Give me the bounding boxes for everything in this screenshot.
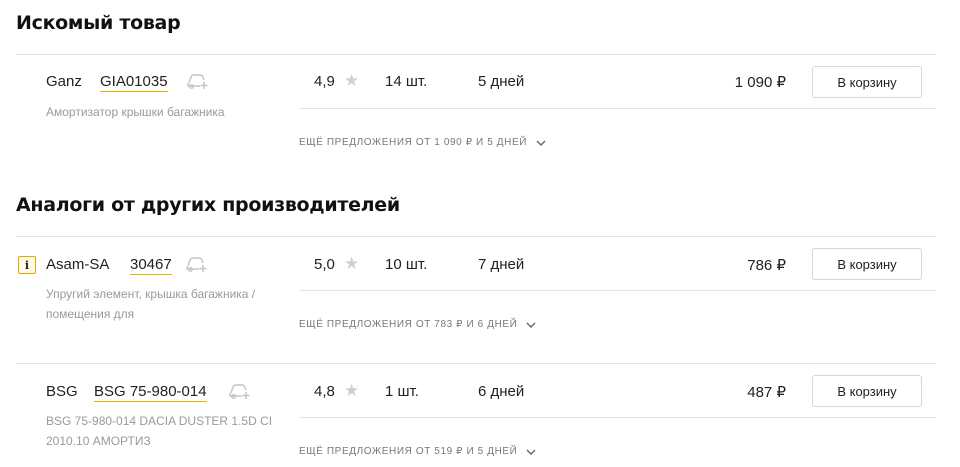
price: 1 090 ₽ xyxy=(734,74,786,91)
car-add-icon[interactable] xyxy=(186,255,208,273)
article-link[interactable]: BSG 75-980-014 xyxy=(94,383,207,402)
row-divider xyxy=(299,108,936,109)
stock-quantity: 10 шт. xyxy=(385,256,428,273)
row-divider xyxy=(299,417,936,418)
more-offers-label: ЕЩЁ ПРЕДЛОЖЕНИЯ ОТ 1 090 ₽ И 5 ДНЕЙ xyxy=(299,137,527,148)
stock-quantity: 14 шт. xyxy=(385,73,428,90)
more-offers-toggle[interactable]: ЕЩЁ ПРЕДЛОЖЕНИЯ ОТ 519 ₽ И 5 ДНЕЙ xyxy=(299,446,536,457)
brand-name: Ganz xyxy=(46,73,82,90)
product-description: BSG 75-980-014 DACIA DUSTER 1.5D CI 2010… xyxy=(46,414,273,448)
divider xyxy=(16,54,936,55)
section-title-searched: Искомый товар xyxy=(16,12,181,34)
delivery-time: 6 дней xyxy=(478,383,525,400)
price: 487 ₽ xyxy=(747,384,786,401)
rating-value: 4,8 xyxy=(314,383,335,400)
price: 786 ₽ xyxy=(747,257,786,274)
delivery-time: 7 дней xyxy=(478,256,525,273)
rating-value: 5,0 xyxy=(314,256,335,273)
add-to-cart-button[interactable]: В корзину xyxy=(812,375,922,407)
article-link[interactable]: GIA01035 xyxy=(100,73,168,92)
divider xyxy=(16,363,936,364)
brand-name: Asam-SA xyxy=(46,256,110,273)
more-offers-toggle[interactable]: ЕЩЁ ПРЕДЛОЖЕНИЯ ОТ 1 090 ₽ И 5 ДНЕЙ xyxy=(299,137,546,148)
more-offers-toggle[interactable]: ЕЩЁ ПРЕДЛОЖЕНИЯ ОТ 783 ₽ И 6 ДНЕЙ xyxy=(299,319,536,330)
chevron-down-icon xyxy=(526,322,536,328)
article-link[interactable]: 30467 xyxy=(130,256,172,275)
car-add-icon[interactable] xyxy=(229,382,251,400)
rating-value: 4,9 xyxy=(314,73,335,90)
car-add-icon[interactable] xyxy=(187,72,209,90)
info-icon[interactable]: i xyxy=(18,256,36,274)
brand-name: BSG xyxy=(46,383,78,400)
more-offers-label: ЕЩЁ ПРЕДЛОЖЕНИЯ ОТ 783 ₽ И 6 ДНЕЙ xyxy=(299,319,518,330)
product-description: Амортизатор крышки багажника xyxy=(46,105,225,119)
star-icon: ★ xyxy=(344,381,360,400)
stock-quantity: 1 шт. xyxy=(385,383,419,400)
chevron-down-icon xyxy=(526,449,536,455)
chevron-down-icon xyxy=(536,140,546,146)
more-offers-label: ЕЩЁ ПРЕДЛОЖЕНИЯ ОТ 519 ₽ И 5 ДНЕЙ xyxy=(299,446,518,457)
add-to-cart-button[interactable]: В корзину xyxy=(812,248,922,280)
product-description: Упругий элемент, крышка багажника / поме… xyxy=(46,287,256,321)
delivery-time: 5 дней xyxy=(478,73,525,90)
star-icon: ★ xyxy=(344,71,360,90)
divider xyxy=(16,236,936,237)
star-icon: ★ xyxy=(344,254,360,273)
add-to-cart-button[interactable]: В корзину xyxy=(812,66,922,98)
section-title-analogs: Аналоги от других производителей xyxy=(16,194,400,216)
row-divider xyxy=(299,290,936,291)
